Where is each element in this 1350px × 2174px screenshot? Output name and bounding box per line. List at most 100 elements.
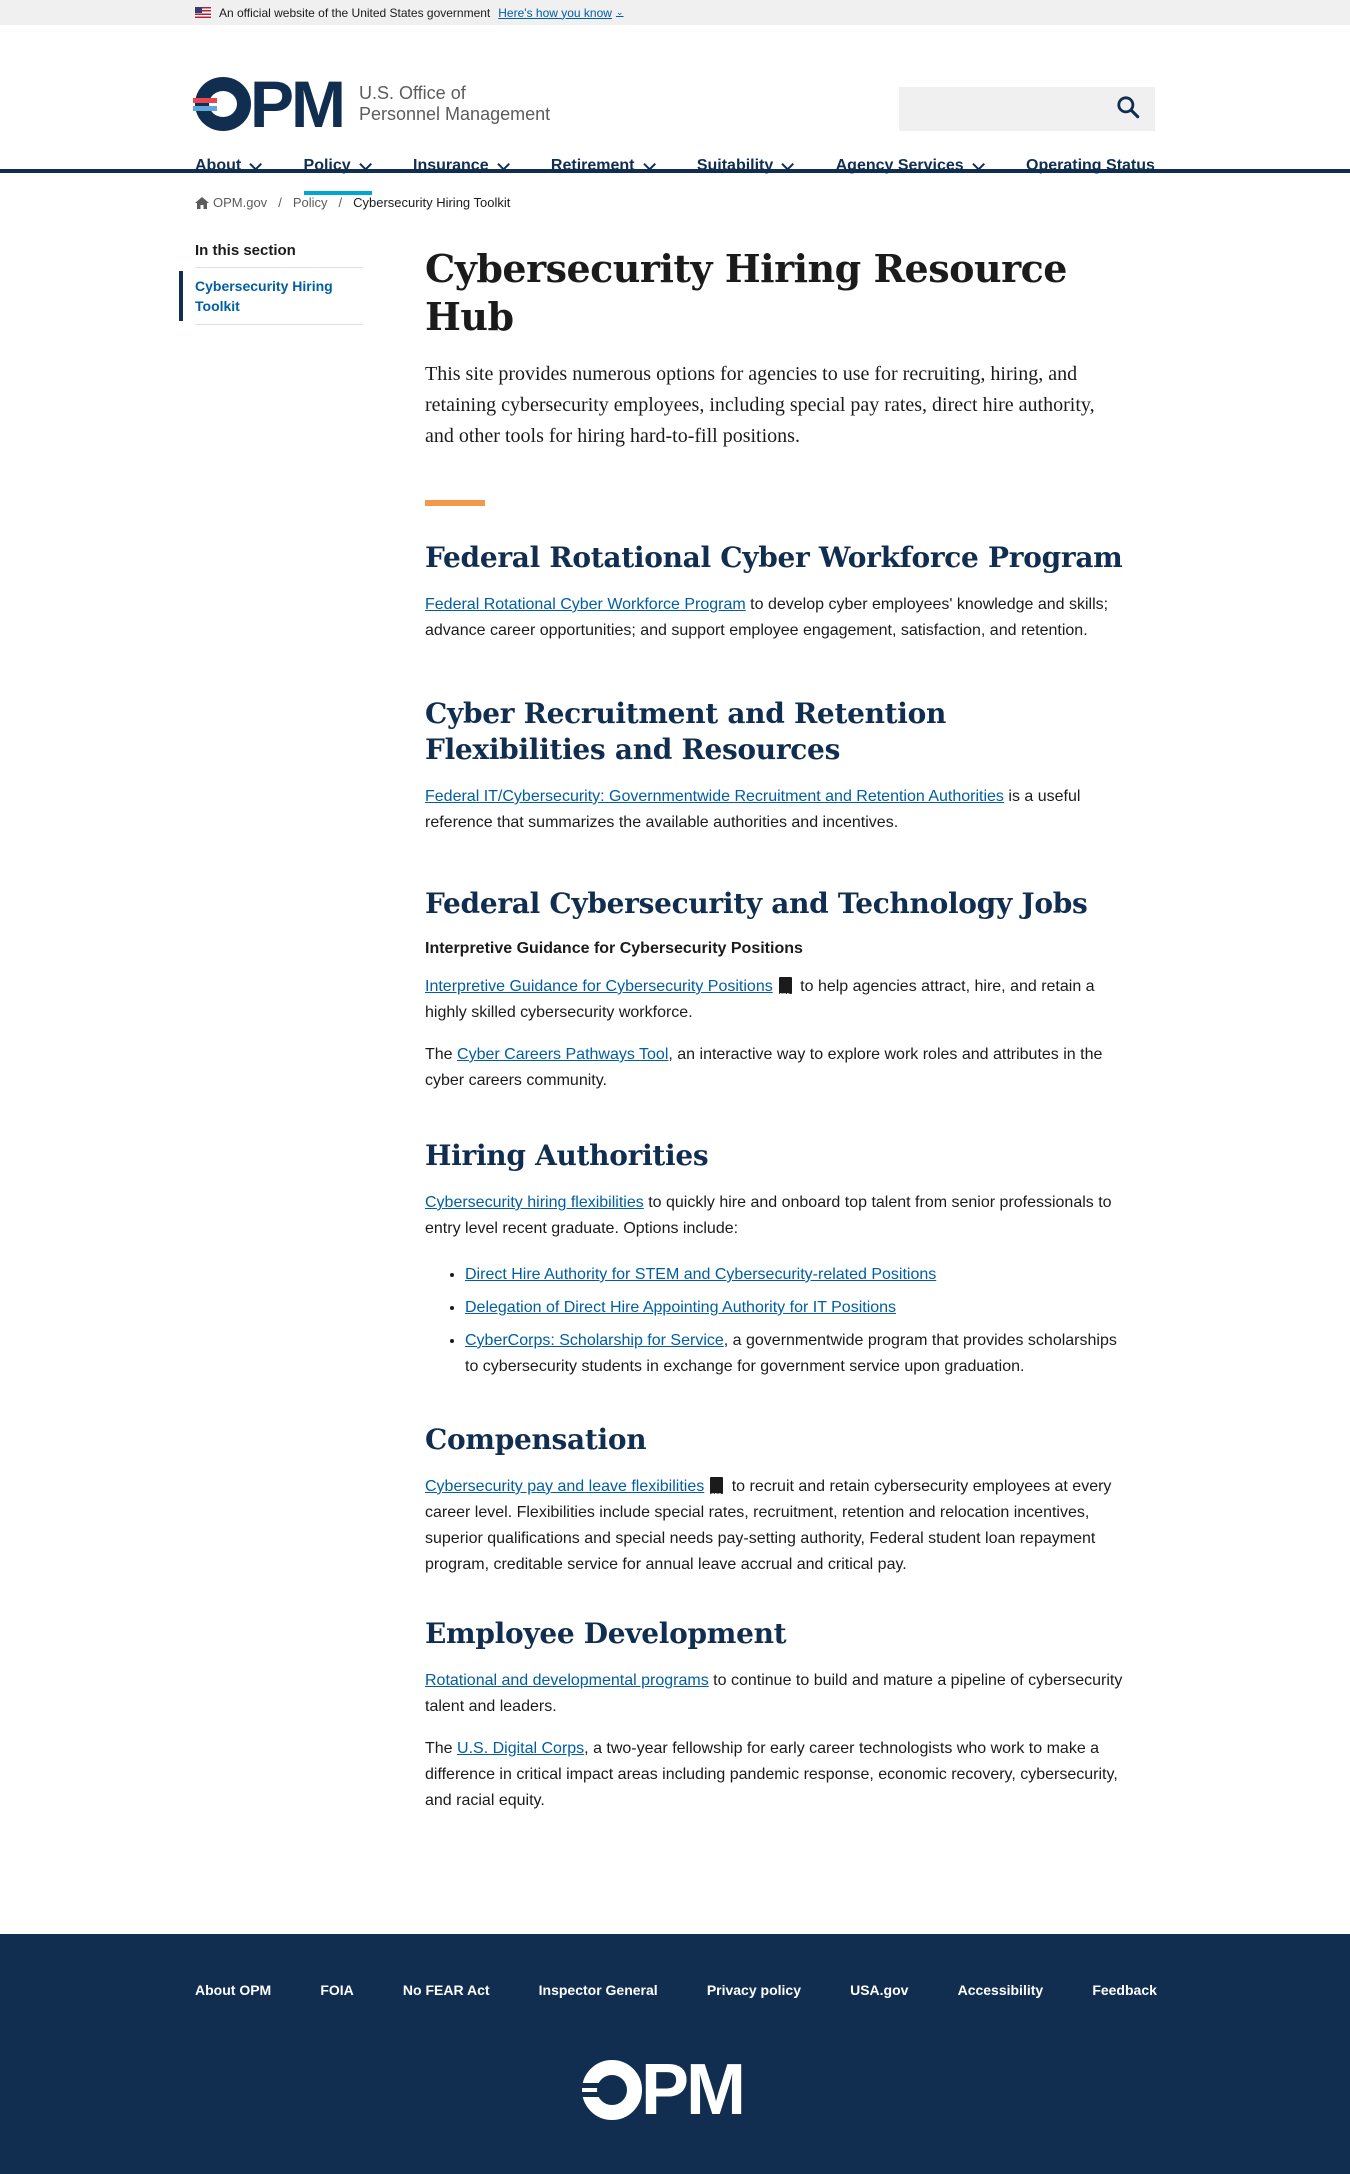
footer-opm-logo[interactable]: PM xyxy=(580,2050,746,2130)
footer-logo-o xyxy=(580,2060,642,2120)
section-paragraph: Interpretive Guidance for Cybersecurity … xyxy=(425,974,1125,1026)
pdf-icon xyxy=(778,977,792,1009)
chevron-down-icon xyxy=(971,157,985,171)
pay-leave-flexibilities-link[interactable]: Cybersecurity pay and leave flexibilitie… xyxy=(425,1478,704,1495)
section-hiring: Hiring Authorities Cybersecurity hiring … xyxy=(425,1138,1125,1380)
section-paragraph: Cybersecurity hiring flexibilities to qu… xyxy=(425,1190,1125,1242)
main-content: Cybersecurity Hiring Resource Hub This s… xyxy=(425,245,1125,1814)
breadcrumb-current: Cybersecurity Hiring Toolkit xyxy=(353,195,511,210)
search-icon xyxy=(1117,96,1140,119)
search-button[interactable] xyxy=(1115,94,1145,124)
nav-policy[interactable]: Policy xyxy=(303,153,372,195)
opm-logo[interactable]: PM U.S. Office of Personnel Management xyxy=(193,71,550,137)
nav-about[interactable]: About xyxy=(195,153,263,179)
nav-operating-status-label: Operating Status xyxy=(1026,157,1155,174)
section-paragraph: The Cyber Careers Pathways Tool, an inte… xyxy=(425,1042,1125,1094)
section-paragraph: Rotational and developmental programs to… xyxy=(425,1668,1125,1720)
section-heading: Compensation xyxy=(425,1423,647,1456)
logo-line1: U.S. Office of xyxy=(359,83,466,103)
gov-banner-text: An official website of the United States… xyxy=(219,5,491,20)
footer-link-privacy-policy[interactable]: Privacy policy xyxy=(707,1982,801,1998)
footer-link-feedback[interactable]: Feedback xyxy=(1092,1982,1157,1998)
opm-logo-mark: PM xyxy=(193,71,346,137)
chevron-down-icon xyxy=(249,157,263,171)
nav-suitability-label: Suitability xyxy=(696,157,774,174)
home-icon xyxy=(195,196,209,209)
chevron-down-icon xyxy=(496,157,510,171)
section-heading: Hiring Authorities xyxy=(425,1139,709,1172)
hiring-flexibilities-link[interactable]: Cybersecurity hiring flexibilities xyxy=(425,1194,644,1211)
heres-how-you-know-label: Here's how you know xyxy=(498,5,612,20)
side-nav-cybersecurity-hiring-toolkit[interactable]: Cybersecurity Hiring Toolkit xyxy=(179,268,363,325)
list-item: CyberCorps: Scholarship for Service, a g… xyxy=(465,1328,1125,1380)
nav-insurance-label: Insurance xyxy=(413,157,489,174)
nav-suitability[interactable]: Suitability xyxy=(696,153,795,179)
section-paragraph: Federal Rotational Cyber Workforce Progr… xyxy=(425,592,1125,644)
rotational-developmental-programs-link[interactable]: Rotational and developmental programs xyxy=(425,1672,709,1689)
main-nav: About Policy Insurance Retirement Suitab… xyxy=(195,153,1155,195)
nav-insurance[interactable]: Insurance xyxy=(413,153,510,179)
breadcrumb-home[interactable]: OPM.gov xyxy=(213,195,267,210)
section-jobs: Federal Cybersecurity and Technology Job… xyxy=(425,886,1125,1094)
direct-hire-stem-link[interactable]: Direct Hire Authority for STEM and Cyber… xyxy=(465,1266,936,1283)
opm-logo-o xyxy=(193,77,251,131)
section-heading: Federal Cybersecurity and Technology Job… xyxy=(425,887,1088,920)
footer-link-foia[interactable]: FOIA xyxy=(320,1982,353,1998)
site-header: PM U.S. Office of Personnel Management A… xyxy=(0,25,1350,195)
list-item: Delegation of Direct Hire Appointing Aut… xyxy=(465,1295,1125,1321)
side-nav-title: In this section xyxy=(195,242,363,268)
section-paragraph: Cybersecurity pay and leave flexibilitie… xyxy=(425,1474,1125,1578)
chevron-down-icon: ⌄ xyxy=(615,7,624,17)
section-recruitment: Cyber Recruitment and Retention Flexibil… xyxy=(425,696,1125,836)
paragraph-text: The xyxy=(425,1046,458,1063)
breadcrumb-policy[interactable]: Policy xyxy=(293,195,328,210)
nav-agency-services[interactable]: Agency Services xyxy=(836,153,985,179)
nav-retirement[interactable]: Retirement xyxy=(550,153,656,179)
chevron-down-icon xyxy=(358,157,372,171)
logo-line2: Personnel Management xyxy=(359,104,551,124)
rotational-program-link[interactable]: Federal Rotational Cyber Workforce Progr… xyxy=(425,596,746,613)
opm-logo-text: U.S. Office of Personnel Management xyxy=(359,83,550,125)
recruitment-authorities-link[interactable]: Federal IT/Cybersecurity: Governmentwide… xyxy=(425,788,1004,805)
footer-links: About OPM FOIA No FEAR Act Inspector Gen… xyxy=(195,1982,1157,1998)
section-paragraph: The U.S. Digital Corps, a two-year fello… xyxy=(425,1736,1125,1814)
footer-link-about-opm[interactable]: About OPM xyxy=(195,1982,271,1998)
list-item: Direct Hire Authority for STEM and Cyber… xyxy=(465,1262,1125,1288)
section-development: Employee Development Rotational and deve… xyxy=(425,1616,1125,1814)
footer-logo-letters: PM xyxy=(641,2050,746,2130)
breadcrumb-separator: / xyxy=(278,195,282,210)
section-subheading: Interpretive Guidance for Cybersecurity … xyxy=(425,940,803,957)
interpretive-guidance-link[interactable]: Interpretive Guidance for Cybersecurity … xyxy=(425,978,773,995)
heres-how-you-know-link[interactable]: Here's how you know ⌄ xyxy=(498,6,623,20)
footer-link-accessibility[interactable]: Accessibility xyxy=(958,1982,1044,1998)
gov-banner: An official website of the United States… xyxy=(0,0,1350,25)
us-digital-corps-link[interactable]: U.S. Digital Corps xyxy=(457,1740,584,1757)
delegation-direct-hire-link[interactable]: Delegation of Direct Hire Appointing Aut… xyxy=(465,1299,896,1316)
search-box xyxy=(899,87,1155,131)
chevron-down-icon xyxy=(642,157,656,171)
page-intro: This site provides numerous options for … xyxy=(425,363,1095,447)
cybercorps-link[interactable]: CyberCorps: Scholarship for Service xyxy=(465,1332,724,1349)
paragraph-text: The xyxy=(425,1740,458,1757)
nav-policy-label: Policy xyxy=(303,157,351,174)
page-title: Cybersecurity Hiring Resource Hub xyxy=(425,246,1067,339)
site-footer: About OPM FOIA No FEAR Act Inspector Gen… xyxy=(0,1934,1350,2174)
search-input[interactable] xyxy=(899,87,1109,131)
footer-link-usa-gov[interactable]: USA.gov xyxy=(850,1982,908,1998)
breadcrumb-separator: / xyxy=(338,195,343,210)
hiring-options-list: Direct Hire Authority for STEM and Cyber… xyxy=(425,1262,1125,1380)
footer-link-inspector-general[interactable]: Inspector General xyxy=(539,1982,658,1998)
nav-retirement-label: Retirement xyxy=(550,157,635,174)
section-rotational: Federal Rotational Cyber Workforce Progr… xyxy=(425,540,1125,644)
footer-link-no-fear-act[interactable]: No FEAR Act xyxy=(403,1982,490,1998)
chevron-down-icon xyxy=(781,157,795,171)
section-compensation: Compensation Cybersecurity pay and leave… xyxy=(425,1422,1125,1578)
us-flag-icon xyxy=(195,7,211,18)
cyber-careers-pathways-link[interactable]: Cyber Careers Pathways Tool xyxy=(457,1046,668,1063)
pdf-icon xyxy=(710,1477,724,1509)
breadcrumb: OPM.gov / Policy / Cybersecurity Hiring … xyxy=(195,195,510,210)
section-heading: Employee Development xyxy=(425,1617,787,1650)
nav-operating-status[interactable]: Operating Status xyxy=(1026,153,1155,179)
section-paragraph: Federal IT/Cybersecurity: Governmentwide… xyxy=(425,784,1125,836)
section-heading: Cyber Recruitment and Retention Flexibil… xyxy=(425,697,947,766)
